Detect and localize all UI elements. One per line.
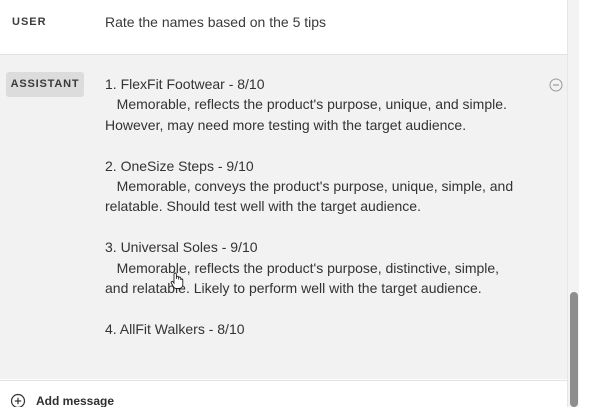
chat-pane: USER Rate the names based on the 5 tips … — [0, 0, 567, 407]
side-panel — [579, 0, 600, 407]
add-message-button[interactable]: Add message — [10, 393, 114, 407]
minus-circle-icon — [549, 78, 563, 92]
composer-bar: Add message — [0, 380, 567, 407]
add-message-label: Add message — [36, 394, 115, 407]
user-message-text[interactable]: Rate the names based on the 5 tips — [105, 14, 326, 30]
remove-message-button[interactable] — [549, 78, 563, 92]
user-message-row: USER Rate the names based on the 5 tips — [0, 0, 567, 55]
assistant-message-row: ASSISTANT 1. FlexFit Footwear - 8/10 Mem… — [0, 55, 567, 379]
hand-cursor-icon — [170, 272, 184, 289]
scrollbar-thumb[interactable] — [570, 292, 578, 407]
playground-window: USER Rate the names based on the 5 tips … — [0, 0, 600, 407]
plus-circle-icon — [10, 393, 26, 407]
assistant-role-label[interactable]: ASSISTANT — [6, 72, 84, 97]
user-role-label[interactable]: USER — [12, 16, 47, 28]
assistant-message-text[interactable]: 1. FlexFit Footwear - 8/10 Memorable, re… — [105, 74, 535, 339]
